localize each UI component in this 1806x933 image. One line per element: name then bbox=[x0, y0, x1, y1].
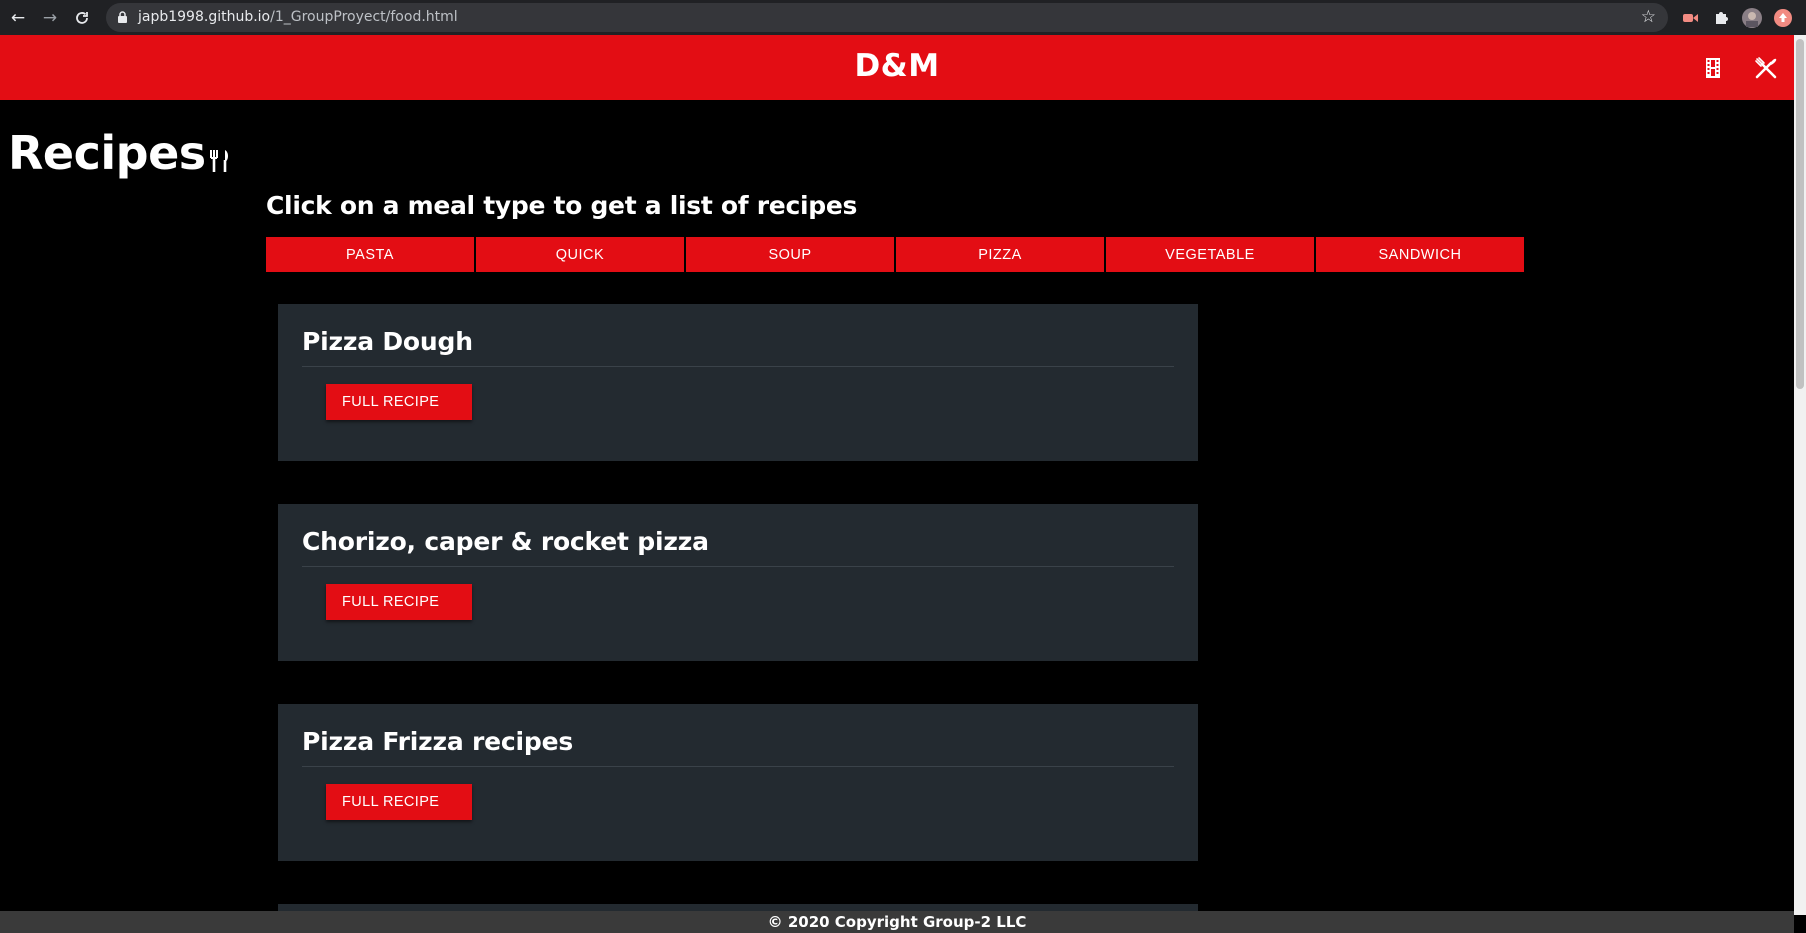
meal-tab-quick[interactable]: QUICK bbox=[476, 237, 684, 272]
brand-logo[interactable]: D&M bbox=[0, 48, 1794, 84]
meal-tab-pasta[interactable]: PASTA bbox=[266, 237, 474, 272]
meal-tab-pizza[interactable]: PIZZA bbox=[896, 237, 1104, 272]
back-icon[interactable]: ← bbox=[6, 6, 30, 30]
lock-icon bbox=[118, 11, 127, 23]
recipe-title: Chorizo, caper & rocket pizza bbox=[302, 524, 1174, 567]
film-icon[interactable] bbox=[1700, 55, 1726, 81]
page-subtitle: Click on a meal type to get a list of re… bbox=[266, 191, 858, 220]
fork-knife-icon bbox=[209, 150, 228, 172]
site-header: D&M bbox=[0, 35, 1794, 100]
bookmark-star-icon[interactable]: ☆ bbox=[1641, 7, 1656, 27]
puzzle-icon[interactable] bbox=[1710, 7, 1732, 29]
recipe-list: Pizza Dough FULL RECIPE Chorizo, caper &… bbox=[278, 304, 1198, 933]
reload-icon[interactable] bbox=[70, 6, 94, 30]
full-recipe-button[interactable]: FULL RECIPE bbox=[326, 784, 472, 820]
meal-tab-soup[interactable]: SOUP bbox=[686, 237, 894, 272]
extension-icon[interactable] bbox=[1680, 7, 1702, 29]
utensils-icon[interactable] bbox=[1753, 55, 1779, 81]
meal-type-tabs: PASTA QUICK SOUP PIZZA VEGETABLE SANDWIC… bbox=[266, 237, 1526, 272]
meal-tab-sandwich[interactable]: SANDWICH bbox=[1316, 237, 1524, 272]
recipe-card: Chorizo, caper & rocket pizza FULL RECIP… bbox=[278, 504, 1198, 661]
footer: © 2020 Copyright Group-2 LLC bbox=[0, 911, 1794, 933]
scrollbar-thumb[interactable] bbox=[1796, 39, 1804, 389]
recipe-card: Pizza Dough FULL RECIPE bbox=[278, 304, 1198, 461]
full-recipe-button[interactable]: FULL RECIPE bbox=[326, 584, 472, 620]
full-recipe-button[interactable]: FULL RECIPE bbox=[326, 384, 472, 420]
meal-tab-vegetable[interactable]: VEGETABLE bbox=[1106, 237, 1314, 272]
recipe-title: Pizza Frizza recipes bbox=[302, 724, 1174, 767]
forward-icon[interactable]: → bbox=[38, 6, 62, 30]
page-title: Recipes bbox=[8, 126, 232, 180]
url-text: japb1998.github.io/1_GroupProyect/food.h… bbox=[138, 9, 458, 25]
recipe-card: Pizza Frizza recipes FULL RECIPE bbox=[278, 704, 1198, 861]
profile-avatar[interactable] bbox=[1741, 7, 1763, 29]
browser-toolbar: ← → japb1998.github.io/1_GroupProyect/fo… bbox=[0, 0, 1806, 35]
address-bar[interactable]: japb1998.github.io/1_GroupProyect/food.h… bbox=[106, 3, 1668, 32]
recipe-title: Pizza Dough bbox=[302, 324, 1174, 367]
page-title-text: Recipes bbox=[8, 126, 206, 180]
page-scrollbar[interactable] bbox=[1794, 35, 1806, 915]
update-icon[interactable] bbox=[1772, 7, 1794, 29]
